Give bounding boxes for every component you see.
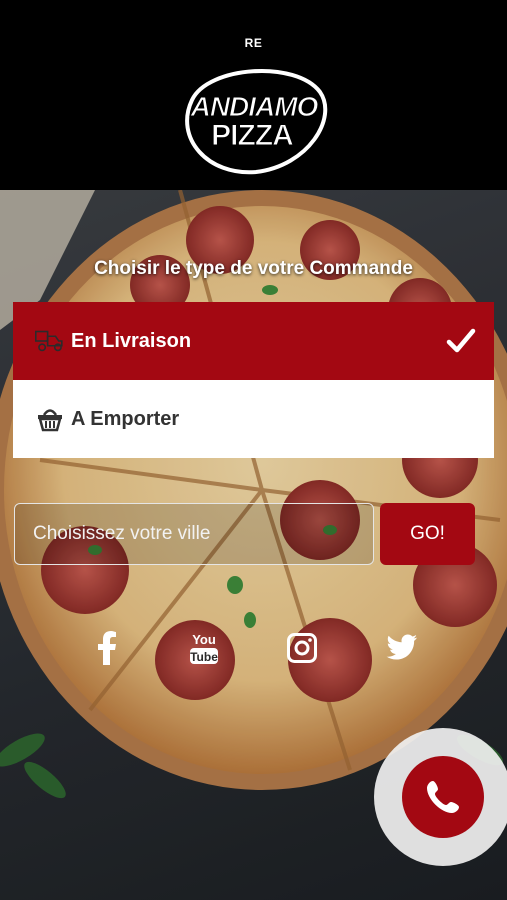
svg-text:Tube: Tube xyxy=(190,650,218,664)
option-delivery[interactable]: En Livraison xyxy=(13,302,494,380)
instagram-icon[interactable] xyxy=(282,628,322,668)
logo-text-line2: PIZZA xyxy=(211,119,293,152)
delivery-scooter-icon xyxy=(35,327,65,355)
option-delivery-label: En Livraison xyxy=(71,329,192,352)
facebook-icon[interactable] xyxy=(87,628,127,668)
city-input[interactable] xyxy=(14,503,374,565)
svg-text:You: You xyxy=(192,632,216,647)
youtube-icon[interactable]: You Tube xyxy=(183,628,225,668)
basket-icon xyxy=(35,405,65,433)
call-button[interactable] xyxy=(402,756,484,838)
twitter-icon[interactable] xyxy=(382,628,422,668)
logo-text-line1: ANDIAMO xyxy=(190,91,319,122)
order-type-heading: Choisir le type de votre Commande xyxy=(94,258,413,279)
header-label: RE xyxy=(244,36,263,50)
option-takeaway-label: A Emporter xyxy=(71,407,180,430)
phone-icon xyxy=(427,781,459,813)
go-button[interactable]: GO! xyxy=(380,503,475,565)
andiamo-pizza-logo: ANDIAMO PIZZA xyxy=(185,68,328,175)
checkmark-icon xyxy=(446,328,476,353)
option-takeaway[interactable]: A Emporter xyxy=(13,380,494,458)
header: RE ANDIAMO PIZZA xyxy=(0,0,507,190)
